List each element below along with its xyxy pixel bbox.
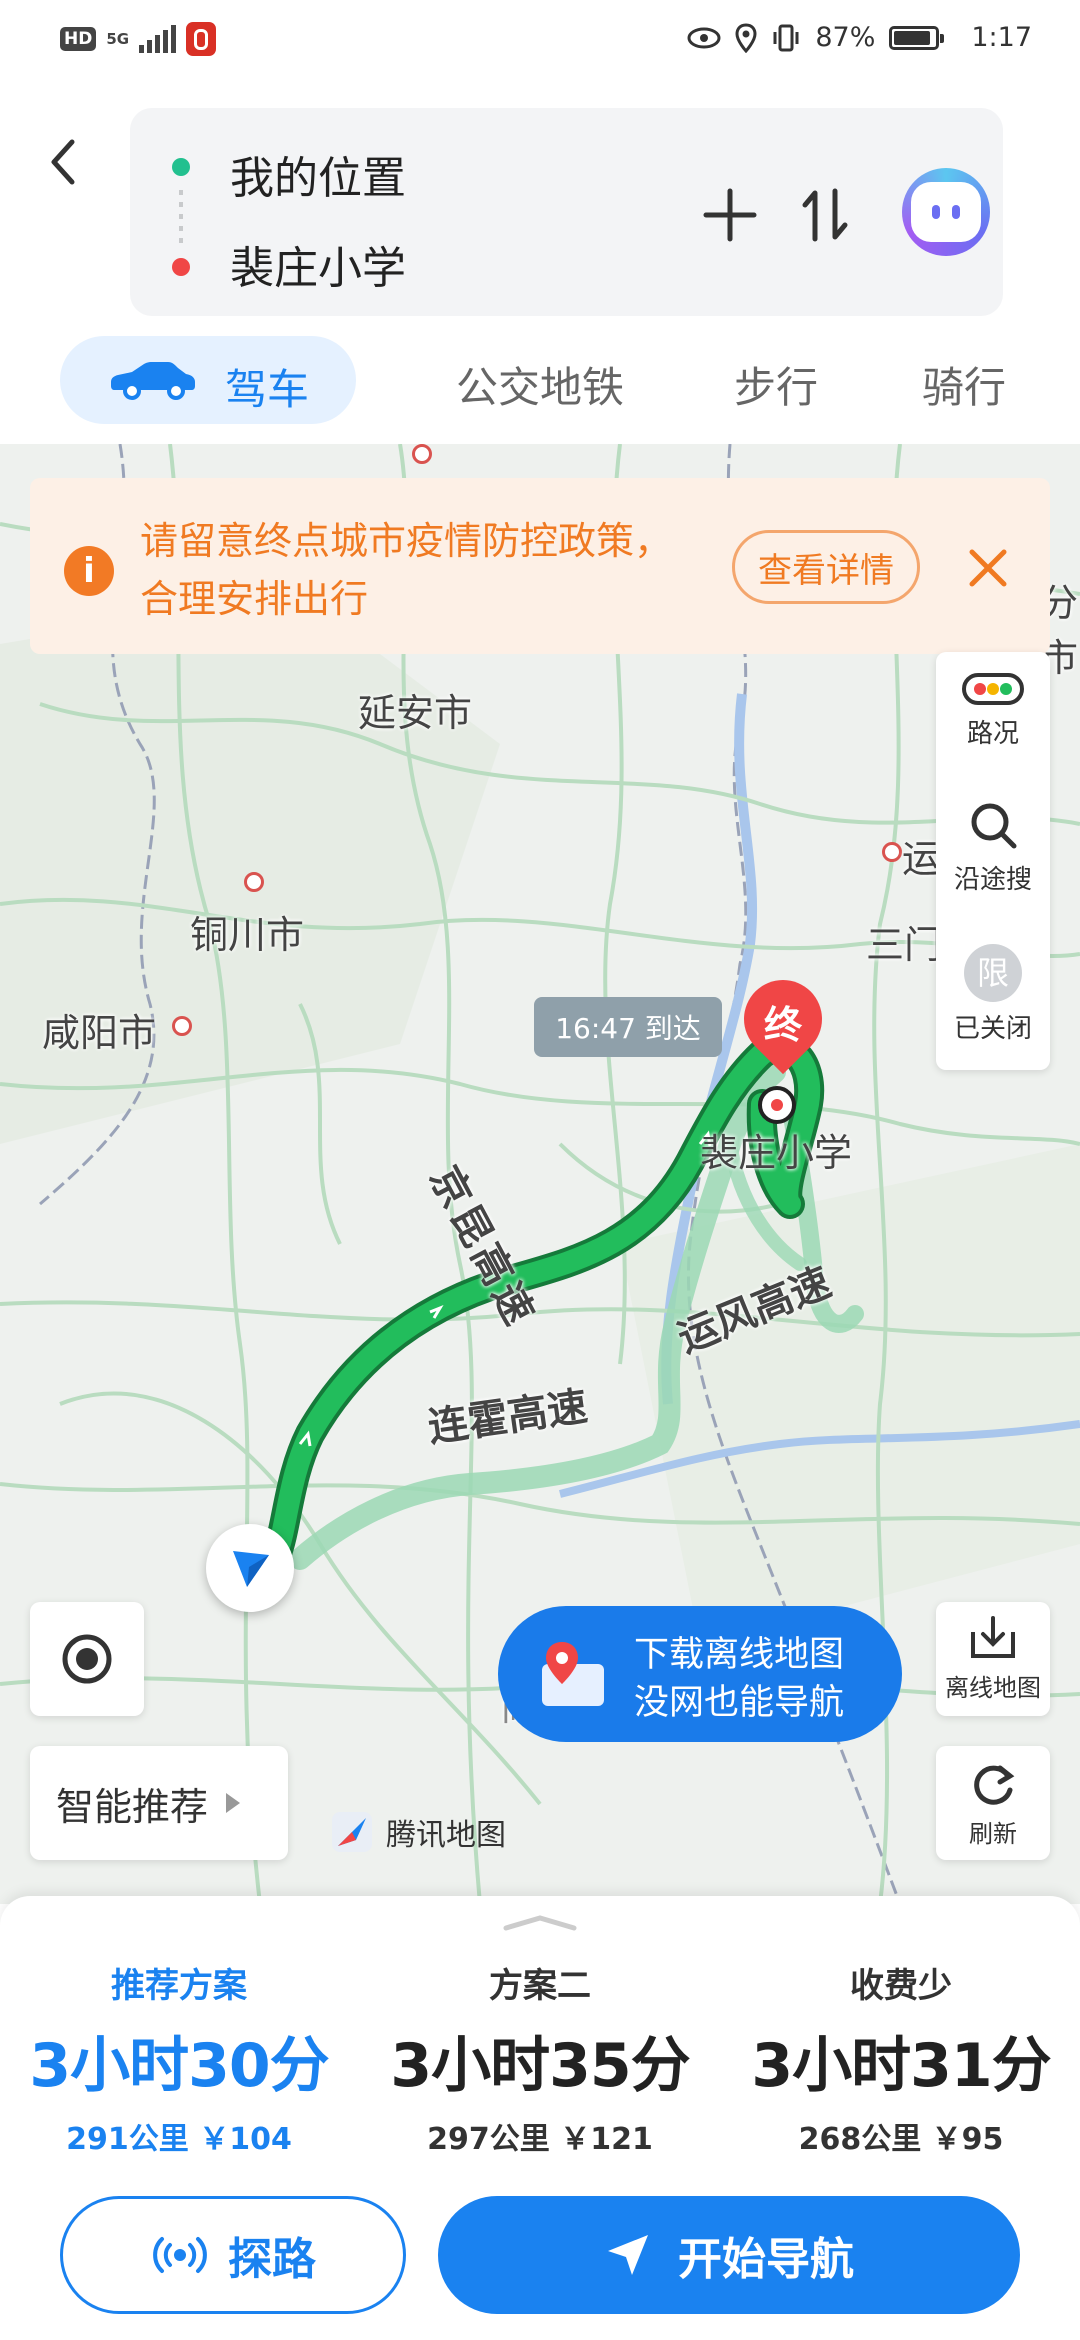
search-along-label: 沿途搜 [953, 865, 1032, 895]
refresh-icon [974, 1765, 1015, 1805]
destination-dot-icon [172, 258, 190, 276]
route-input-box: 我的位置 裴庄小学 [130, 108, 1003, 316]
destination-field[interactable]: 裴庄小学 [230, 232, 406, 296]
vibrate-icon [773, 24, 799, 51]
city-label: 铜川市 [190, 913, 305, 957]
plan-time: 3小时31分 [751, 2031, 1051, 2101]
explore-label: 探路 [228, 2234, 316, 2285]
target-icon [62, 1634, 112, 1684]
close-notice-button[interactable] [960, 540, 1016, 596]
plan-time: 3小时30分 [29, 2031, 329, 2101]
network-type: 5G [106, 29, 130, 48]
status-bar: HD 5G 87% 1:17 [0, 0, 1080, 80]
plan-name: 推荐方案 [111, 1966, 247, 2006]
back-arrow-icon [51, 139, 75, 185]
plan-distance-cost: 291公里 ￥104 [66, 2122, 292, 2157]
start-navigation-button[interactable]: 开始导航 [438, 2196, 1020, 2314]
city-dot-icon [172, 1016, 192, 1036]
plan-distance-cost: 268公里 ￥95 [798, 2122, 1004, 2157]
hd-badge: HD [60, 27, 97, 51]
tab-bike[interactable]: 骑行 [922, 354, 1006, 415]
offline-map-promo[interactable]: 下载离线地图 没网也能导航 [498, 1606, 902, 1742]
tab-walk[interactable]: 步行 [734, 354, 818, 415]
offline-map-label: 离线地图 [945, 1674, 1041, 1702]
smart-recommend-button[interactable]: 智能推荐 [30, 1746, 288, 1860]
eta-label: 16:47 到达 [534, 997, 722, 1057]
city-label: 延安市 [358, 691, 473, 735]
plus-icon [703, 188, 757, 242]
triangle-right-icon [226, 1793, 241, 1813]
traffic-light-icon [962, 673, 1024, 705]
plan-card-recommended[interactable]: 推荐方案 3小时30分 291公里 ￥104 [14, 1958, 344, 2158]
car-icon [111, 362, 195, 400]
destination-label: 裴庄小学 [700, 1131, 853, 1175]
end-marker-label: 终 [763, 1003, 802, 1047]
offline-promo-line2: 没网也能导航 [634, 1683, 845, 1723]
search-along-button[interactable]: 沿途搜 [936, 798, 1050, 896]
clock: 1:17 [971, 22, 1032, 53]
notice-banner: i 请留意终点城市疫情防控政策，合理安排出行 查看详情 [30, 478, 1050, 654]
tab-drive[interactable]: 驾车 [60, 336, 356, 424]
battery-percent: 87% [815, 22, 876, 53]
navigation-arrow-icon [233, 1551, 269, 1587]
current-location-marker [206, 1524, 294, 1612]
map-tools-panel: 路况 沿途搜 限 已关闭 [936, 652, 1050, 1070]
search-icon [971, 803, 1017, 849]
location-icon [735, 22, 757, 53]
notice-text: 请留意终点城市疫情防控政策，合理安排出行 [140, 519, 673, 621]
signal-icon [139, 25, 177, 53]
traffic-label: 路况 [966, 719, 1019, 749]
microphone-icon [186, 22, 217, 56]
tab-drive-label: 驾车 [225, 365, 310, 414]
plan-name: 收费少 [850, 1966, 952, 2006]
restriction-icon: 限 [964, 944, 1022, 1002]
tencent-map-logo [332, 1812, 372, 1852]
status-left: HD 5G [60, 22, 217, 56]
plan-name: 方案二 [489, 1966, 591, 2006]
robot-face-icon [911, 182, 981, 242]
close-icon [969, 549, 1007, 587]
brand-label: 腾讯地图 [386, 1818, 506, 1853]
plan-card-low-toll[interactable]: 收费少 3小时31分 268公里 ￥95 [736, 1958, 1066, 2158]
origin-dot-icon [172, 158, 190, 176]
locate-button[interactable] [30, 1602, 144, 1716]
sheet-handle-icon[interactable] [500, 1912, 580, 1932]
tab-transit[interactable]: 公交地铁 [456, 354, 624, 415]
city-label: 咸阳市 [42, 1011, 157, 1055]
origin-field[interactable]: 我的位置 [230, 142, 406, 206]
swap-icon [802, 188, 848, 242]
navigate-arrow-icon [608, 2235, 648, 2275]
city-dot-icon [244, 872, 264, 892]
status-right: 87% 1:17 [687, 22, 1032, 53]
smart-recommend-label: 智能推荐 [56, 1784, 209, 1829]
restriction-button[interactable]: 限 已关闭 [936, 944, 1050, 1045]
destination-point-icon [758, 1086, 796, 1124]
navigate-label: 开始导航 [678, 2234, 854, 2285]
assistant-robot-button[interactable] [902, 168, 990, 256]
offline-promo-line1: 下载离线地图 [634, 1635, 845, 1675]
refresh-button[interactable]: 刷新 [936, 1746, 1050, 1860]
plan-distance-cost: 297公里 ￥121 [427, 2122, 653, 2157]
back-button[interactable] [36, 132, 96, 192]
explore-route-button[interactable]: 探路 [60, 2196, 406, 2314]
route-connector [179, 190, 183, 250]
download-icon [971, 1616, 1015, 1658]
offline-map-button[interactable]: 离线地图 [936, 1602, 1050, 1716]
restriction-label: 已关闭 [953, 1014, 1032, 1044]
swap-button[interactable] [790, 180, 860, 250]
plan-time: 3小时35分 [390, 2031, 690, 2101]
map-pin-icon [542, 1642, 604, 1706]
plan-card-second[interactable]: 方案二 3小时35分 297公里 ￥121 [375, 1958, 705, 2158]
city-dot-icon [882, 842, 902, 862]
battery-icon [889, 25, 945, 50]
city-dot-icon [412, 444, 432, 464]
broadcast-icon [153, 2237, 207, 2273]
info-icon: i [64, 546, 114, 596]
eye-icon [687, 27, 721, 48]
add-waypoint-button[interactable] [695, 180, 765, 250]
refresh-label: 刷新 [969, 1820, 1017, 1848]
traffic-button[interactable]: 路况 [936, 672, 1050, 750]
view-details-button[interactable]: 查看详情 [732, 530, 920, 604]
